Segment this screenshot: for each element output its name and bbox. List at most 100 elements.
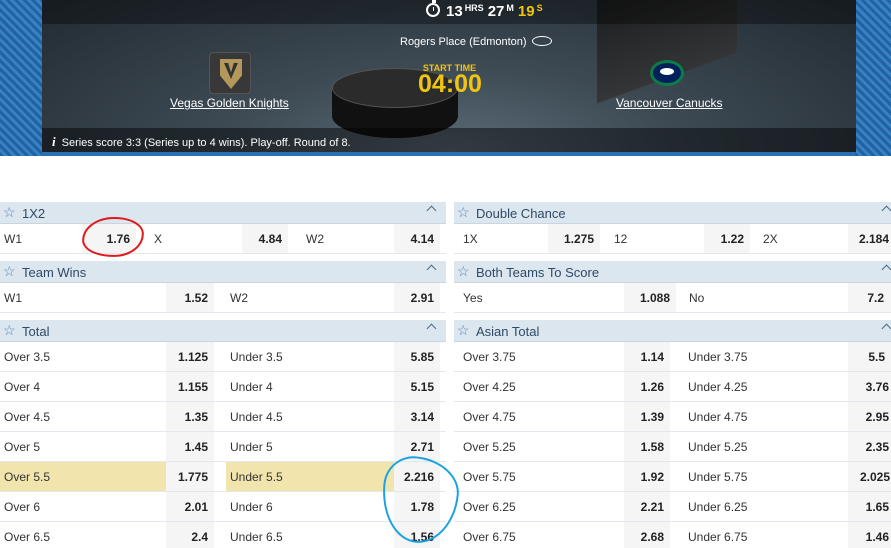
bet-label: Over 5.75 xyxy=(463,470,516,484)
odd-button[interactable]: 2.91 xyxy=(394,283,440,312)
market-header[interactable]: ☆ Asian Total xyxy=(454,320,891,342)
market-row: Over 4.5 1.35 Under 4.5 3.14 xyxy=(0,402,446,432)
odd-button[interactable]: 1.46 xyxy=(848,522,891,548)
market-both-teams-to-score: ☆ Both Teams To Score Yes 1.088 No 7.2 xyxy=(454,261,891,313)
odd-button[interactable]: 2.21 xyxy=(624,492,670,521)
odd-button[interactable]: 3.76 xyxy=(848,372,891,401)
away-team-logo xyxy=(647,52,689,94)
market-header[interactable]: ☆ Double Chance xyxy=(454,202,891,224)
chevron-up-icon[interactable] xyxy=(426,323,437,334)
odd-button[interactable]: 1.26 xyxy=(624,372,670,401)
chevron-up-icon[interactable] xyxy=(881,264,891,275)
odd-button[interactable]: 1.45 xyxy=(166,432,214,461)
market-row: Over 6.75 2.68 Under 6.75 1.46 xyxy=(454,522,891,548)
countdown-minutes: 27 xyxy=(487,3,505,20)
star-icon[interactable]: ☆ xyxy=(3,204,16,221)
odd-button[interactable]: 2.35 xyxy=(848,432,891,461)
bet-label: Under 6.5 xyxy=(230,530,283,544)
series-info-text: Series score 3:3 (Series up to 4 wins). … xyxy=(61,137,351,149)
odd-button[interactable]: 4.84 xyxy=(242,224,288,253)
odd-button[interactable]: 1.155 xyxy=(166,372,214,401)
odd-button[interactable]: 1.58 xyxy=(624,432,670,461)
market-header[interactable]: ☆ 1X2 xyxy=(0,202,446,224)
countdown-hours: 13 xyxy=(446,3,463,20)
bet-label: Over 6 xyxy=(4,500,41,514)
chevron-up-icon[interactable] xyxy=(426,205,437,216)
bet-label: Over 3.5 xyxy=(4,350,51,364)
star-icon[interactable]: ☆ xyxy=(3,322,16,339)
odd-button[interactable]: 1.92 xyxy=(624,462,670,491)
bet-label: Under 6 xyxy=(230,500,273,514)
odd-button[interactable]: 1.65 xyxy=(848,492,891,521)
bet-label: W1 xyxy=(4,232,22,246)
bet-label: Over 5.5 xyxy=(0,462,166,491)
bet-label: Over 6.75 xyxy=(463,530,516,544)
banner-pattern-right xyxy=(855,0,891,156)
odd-button[interactable]: 5.5 xyxy=(848,342,891,371)
market-row: Over 6.25 2.21 Under 6.25 1.65 xyxy=(454,492,891,522)
market-total: ☆ Total Over 3.5 1.125 Under 3.5 5.85 Ov… xyxy=(0,320,446,548)
odd-button[interactable]: 1.39 xyxy=(624,402,670,431)
odd-button[interactable]: 1.35 xyxy=(166,402,214,431)
market-row: Over 3.75 1.14 Under 3.75 5.5 xyxy=(454,342,891,372)
chevron-up-icon[interactable] xyxy=(881,205,891,216)
odd-button[interactable]: 5.15 xyxy=(394,372,440,401)
bet-label: Over 5 xyxy=(4,440,41,454)
odd-button[interactable]: 1.088 xyxy=(624,283,676,312)
market-header[interactable]: ☆ Team Wins xyxy=(0,261,446,283)
info-icon: i xyxy=(52,134,56,149)
market-title: 1X2 xyxy=(22,206,46,221)
market-asian-total: ☆ Asian Total Over 3.75 1.14 Under 3.75 … xyxy=(454,320,891,548)
stopwatch-icon xyxy=(426,0,440,17)
star-icon[interactable]: ☆ xyxy=(457,263,470,280)
market-row: W1 1.52 W2 2.91 xyxy=(0,283,446,313)
odd-button[interactable]: 1.14 xyxy=(624,342,670,371)
odd-button[interactable]: 1.775 xyxy=(166,462,214,491)
odd-button[interactable]: 2.01 xyxy=(166,492,214,521)
star-icon[interactable]: ☆ xyxy=(3,263,16,280)
odd-button[interactable]: 1.275 xyxy=(548,224,600,253)
banner-pattern-left xyxy=(0,0,42,156)
odd-button[interactable]: 3.14 xyxy=(394,402,440,431)
bet-label: Under 4.75 xyxy=(688,410,748,424)
star-icon[interactable]: ☆ xyxy=(457,322,470,339)
odd-button[interactable]: 1.52 xyxy=(166,283,214,312)
market-1x2: ☆ 1X2 W1 1.76 X 4.84 W2 4.14 xyxy=(0,202,446,254)
odd-button[interactable]: 2.95 xyxy=(848,402,891,431)
odd-button[interactable]: 1.125 xyxy=(166,342,214,371)
bet-label: Under 5.25 xyxy=(688,440,748,454)
odd-button[interactable]: 2.4 xyxy=(166,522,214,548)
bet-label: Under 5.75 xyxy=(688,470,748,484)
countdown-minutes-unit: M xyxy=(506,3,514,13)
bet-label: Under 6.25 xyxy=(688,500,748,514)
market-header[interactable]: ☆ Both Teams To Score xyxy=(454,261,891,283)
odd-button[interactable]: 2.68 xyxy=(624,522,670,548)
bet-label: W2 xyxy=(306,232,324,246)
odd-button[interactable]: 5.85 xyxy=(394,342,440,371)
home-team-logo xyxy=(209,52,251,94)
market-title: Asian Total xyxy=(476,324,540,339)
bet-label: No xyxy=(689,291,705,305)
star-icon[interactable]: ☆ xyxy=(457,204,470,221)
odd-button[interactable]: 1.22 xyxy=(704,224,750,253)
bet-label: Over 3.75 xyxy=(463,350,516,364)
market-double-chance: ☆ Double Chance 1X 1.275 12 1.22 2X 2.18… xyxy=(454,202,891,254)
market-row: Over 4.75 1.39 Under 4.75 2.95 xyxy=(454,402,891,432)
bet-label: Under 5.5 xyxy=(226,462,394,491)
market-row: Over 4.25 1.26 Under 4.25 3.76 xyxy=(454,372,891,402)
chevron-up-icon[interactable] xyxy=(881,323,891,334)
market-row: Yes 1.088 No 7.2 xyxy=(454,283,891,313)
away-team-link[interactable]: Vancouver Canucks xyxy=(616,96,723,110)
bet-label: W1 xyxy=(4,291,22,305)
bet-label: Under 4.5 xyxy=(230,410,283,424)
chevron-up-icon[interactable] xyxy=(426,264,437,275)
start-time: 04:00 xyxy=(418,70,482,98)
bet-label: Over 6.25 xyxy=(463,500,516,514)
odd-button[interactable]: 2.025 xyxy=(848,462,891,491)
odd-button[interactable]: 4.14 xyxy=(394,224,440,253)
market-row: W1 1.76 X 4.84 W2 4.14 xyxy=(0,224,446,254)
home-team-link[interactable]: Vegas Golden Knights xyxy=(170,96,289,110)
odd-button[interactable]: 7.2 xyxy=(848,283,891,312)
market-header[interactable]: ☆ Total xyxy=(0,320,446,342)
odd-button[interactable]: 2.184 xyxy=(848,224,891,253)
